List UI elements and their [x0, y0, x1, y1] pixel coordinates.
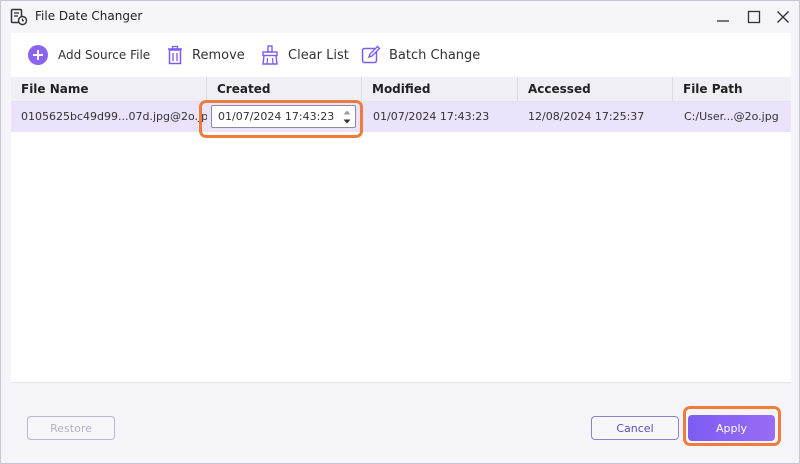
cell-file-name: 0105625bc49d99...07d.jpg@2o.jpg: [21, 110, 207, 123]
remove-label: Remove: [192, 47, 245, 63]
cell-file-path: C:/User...@2o.jpg: [684, 110, 779, 123]
table-row[interactable]: 0105625bc49d99...07d.jpg@2o.jpg 01/07/20…: [11, 102, 791, 132]
toolbar: Add Source File Remove Clear List Batch …: [11, 33, 791, 77]
restore-button[interactable]: Restore: [27, 416, 115, 440]
trash-icon: [168, 45, 182, 65]
close-icon[interactable]: [771, 5, 795, 29]
column-header-modified[interactable]: Modified: [362, 77, 518, 101]
app-window: File Date Changer Add Source File Remove…: [0, 0, 800, 464]
file-table: File Name Created Modified Accessed File…: [11, 77, 791, 382]
column-header-file-path[interactable]: File Path: [673, 77, 791, 101]
clear-list-button[interactable]: Clear List: [260, 33, 349, 77]
broom-icon: [262, 45, 278, 65]
cell-accessed: 12/08/2024 17:25:37: [528, 110, 645, 123]
column-header-accessed[interactable]: Accessed: [518, 77, 673, 101]
table-header: File Name Created Modified Accessed File…: [11, 77, 791, 102]
apply-button[interactable]: Apply: [688, 415, 775, 441]
created-highlight-annotation: [199, 100, 363, 138]
clear-list-label: Clear List: [288, 47, 349, 63]
window-title: File Date Changer: [35, 9, 143, 23]
maximize-icon[interactable]: [742, 5, 766, 29]
batch-change-button[interactable]: Batch Change: [361, 33, 480, 77]
title-bar: File Date Changer: [1, 1, 799, 33]
cell-modified: 01/07/2024 17:43:23: [373, 110, 490, 123]
column-header-file-name[interactable]: File Name: [11, 77, 207, 101]
batch-change-label: Batch Change: [389, 47, 481, 63]
cancel-button[interactable]: Cancel: [591, 416, 679, 440]
minimize-icon[interactable]: [711, 5, 735, 29]
file-date-app-icon: [10, 8, 28, 26]
column-header-created[interactable]: Created: [207, 77, 362, 101]
remove-button[interactable]: Remove: [166, 33, 245, 77]
edit-icon: [361, 45, 381, 64]
add-source-file-label: Add Source File: [58, 48, 151, 62]
plus-circle-icon: [28, 45, 48, 65]
add-source-file-button[interactable]: Add Source File: [28, 33, 150, 77]
